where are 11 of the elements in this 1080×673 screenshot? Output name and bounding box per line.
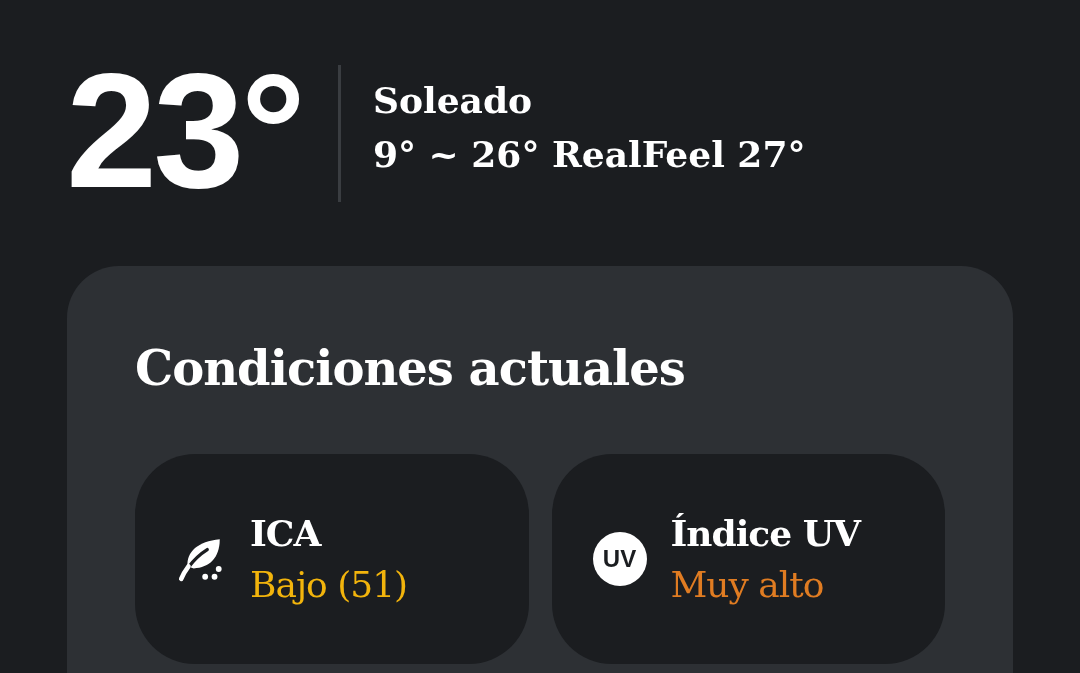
condition-tile[interactable]: ICA Bajo (51) [135,454,529,664]
tile-label: ICA [250,511,323,556]
weather-condition: Soleado [373,78,534,123]
tile-value: Bajo (51) [250,563,408,607]
condition-tile[interactable]: UV Índice UV Muy alto [551,454,945,664]
temperature: 23° [66,49,302,213]
uv-badge: UV [592,532,647,586]
tile-label: Índice UV [670,511,861,556]
tile-value: Muy alto [670,563,825,607]
temperature-range: 9° ~ 26° RealFeel 27° [373,132,806,177]
card-title: Condiciones actuales [135,339,685,398]
